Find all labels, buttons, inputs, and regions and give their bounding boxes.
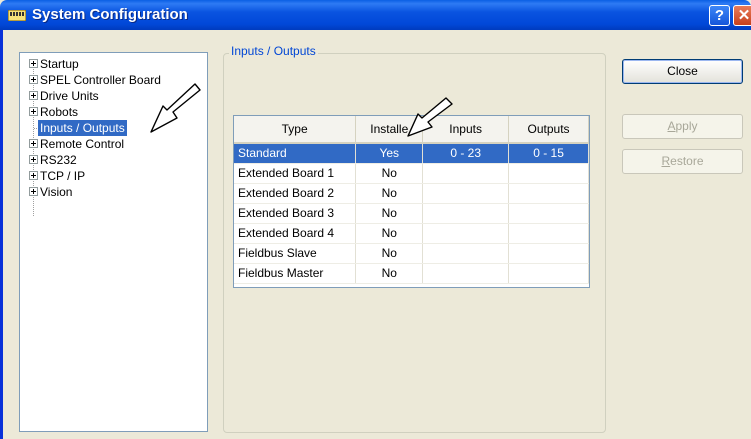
cell-installed[interactable]: No: [355, 223, 424, 244]
table-row[interactable]: Extended Board 4 No: [234, 223, 589, 244]
close-icon: ✕: [737, 7, 751, 24]
column-header-type[interactable]: Type: [234, 116, 357, 144]
tree-item-label: RS232: [40, 153, 77, 167]
annotation-arrow-icon: [407, 97, 453, 137]
restore-label: estore: [670, 154, 704, 168]
help-icon: ?: [714, 7, 725, 24]
apply-label: pply: [675, 119, 698, 133]
cell-inputs[interactable]: [422, 183, 510, 204]
tree-item-label: Remote Control: [40, 137, 125, 151]
cell-type[interactable]: Extended Board 4: [234, 223, 357, 244]
expand-icon[interactable]: [29, 139, 38, 148]
tree-item-label: Vision: [40, 185, 73, 199]
cell-inputs[interactable]: 0 - 23: [422, 143, 510, 164]
title-bar: System Configuration ? ✕: [0, 0, 751, 30]
window-title: System Configuration: [32, 6, 188, 23]
cell-outputs[interactable]: [508, 263, 589, 284]
column-header-outputs[interactable]: Outputs: [508, 116, 589, 144]
expand-icon[interactable]: [29, 187, 38, 196]
expand-icon[interactable]: [29, 59, 38, 68]
cell-installed[interactable]: No: [355, 183, 424, 204]
group-title: Inputs / Outputs: [229, 44, 318, 58]
expand-icon[interactable]: [29, 107, 38, 116]
expand-icon[interactable]: [29, 75, 38, 84]
cell-outputs[interactable]: [508, 183, 589, 204]
cell-outputs[interactable]: [508, 223, 589, 244]
cell-installed[interactable]: No: [355, 243, 424, 264]
apply-access-key: A: [667, 119, 676, 133]
help-button[interactable]: ?: [709, 5, 730, 26]
cell-outputs[interactable]: [508, 163, 589, 184]
cell-inputs[interactable]: [422, 163, 510, 184]
cell-type[interactable]: Extended Board 3: [234, 203, 357, 224]
cell-installed[interactable]: No: [355, 203, 424, 224]
expand-icon[interactable]: [29, 155, 38, 164]
table-row[interactable]: Extended Board 1 No: [234, 163, 589, 184]
restore-access-key: R: [661, 154, 671, 168]
cell-outputs[interactable]: [508, 203, 589, 224]
cell-type[interactable]: Standard: [234, 143, 357, 164]
cell-installed[interactable]: No: [355, 163, 424, 184]
table-row[interactable]: Fieldbus Master No: [234, 263, 589, 284]
table-row[interactable]: Extended Board 3 No: [234, 203, 589, 224]
cell-inputs[interactable]: [422, 263, 510, 284]
tree-item-label: Inputs / Outputs: [38, 120, 127, 136]
cell-installed[interactable]: Yes: [355, 143, 424, 164]
table-row[interactable]: Standard Yes 0 - 23 0 - 15: [234, 143, 589, 164]
cell-type[interactable]: Fieldbus Master: [234, 263, 357, 284]
close-button[interactable]: Close: [622, 59, 743, 84]
cell-inputs[interactable]: [422, 223, 510, 244]
window-close-button[interactable]: ✕: [733, 5, 751, 26]
cell-inputs[interactable]: [422, 243, 510, 264]
cell-installed[interactable]: No: [355, 263, 424, 284]
cell-type[interactable]: Extended Board 1: [234, 163, 357, 184]
table-row[interactable]: Fieldbus Slave No: [234, 243, 589, 264]
tree-item-label: Drive Units: [40, 89, 99, 103]
app-icon: [8, 10, 26, 21]
cell-type[interactable]: Extended Board 2: [234, 183, 357, 204]
tree-item-label: Startup: [40, 57, 79, 71]
annotation-arrow-icon: [150, 83, 201, 133]
cell-outputs[interactable]: 0 - 15: [508, 143, 589, 164]
cell-inputs[interactable]: [422, 203, 510, 224]
cell-type[interactable]: Fieldbus Slave: [234, 243, 357, 264]
tree-item-label: Robots: [40, 105, 79, 119]
tree-item-label: TCP / IP: [40, 169, 86, 183]
expand-icon[interactable]: [29, 91, 38, 100]
table-row[interactable]: Extended Board 2 No: [234, 183, 589, 204]
expand-icon[interactable]: [29, 171, 38, 180]
cell-outputs[interactable]: [508, 243, 589, 264]
apply-button[interactable]: Apply: [622, 114, 743, 139]
restore-button[interactable]: Restore: [622, 149, 743, 174]
